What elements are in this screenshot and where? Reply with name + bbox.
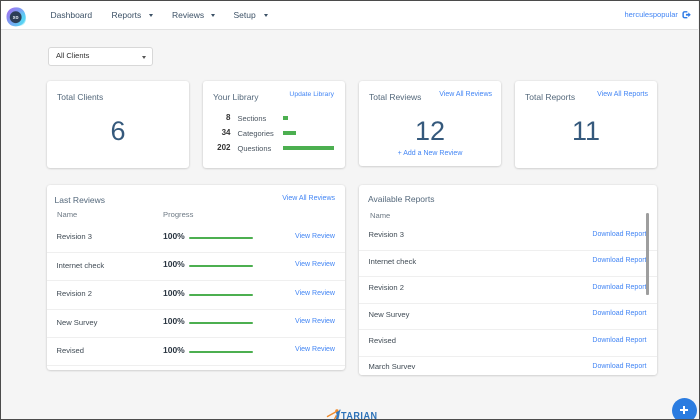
svg-text:xo: xo (13, 15, 19, 21)
